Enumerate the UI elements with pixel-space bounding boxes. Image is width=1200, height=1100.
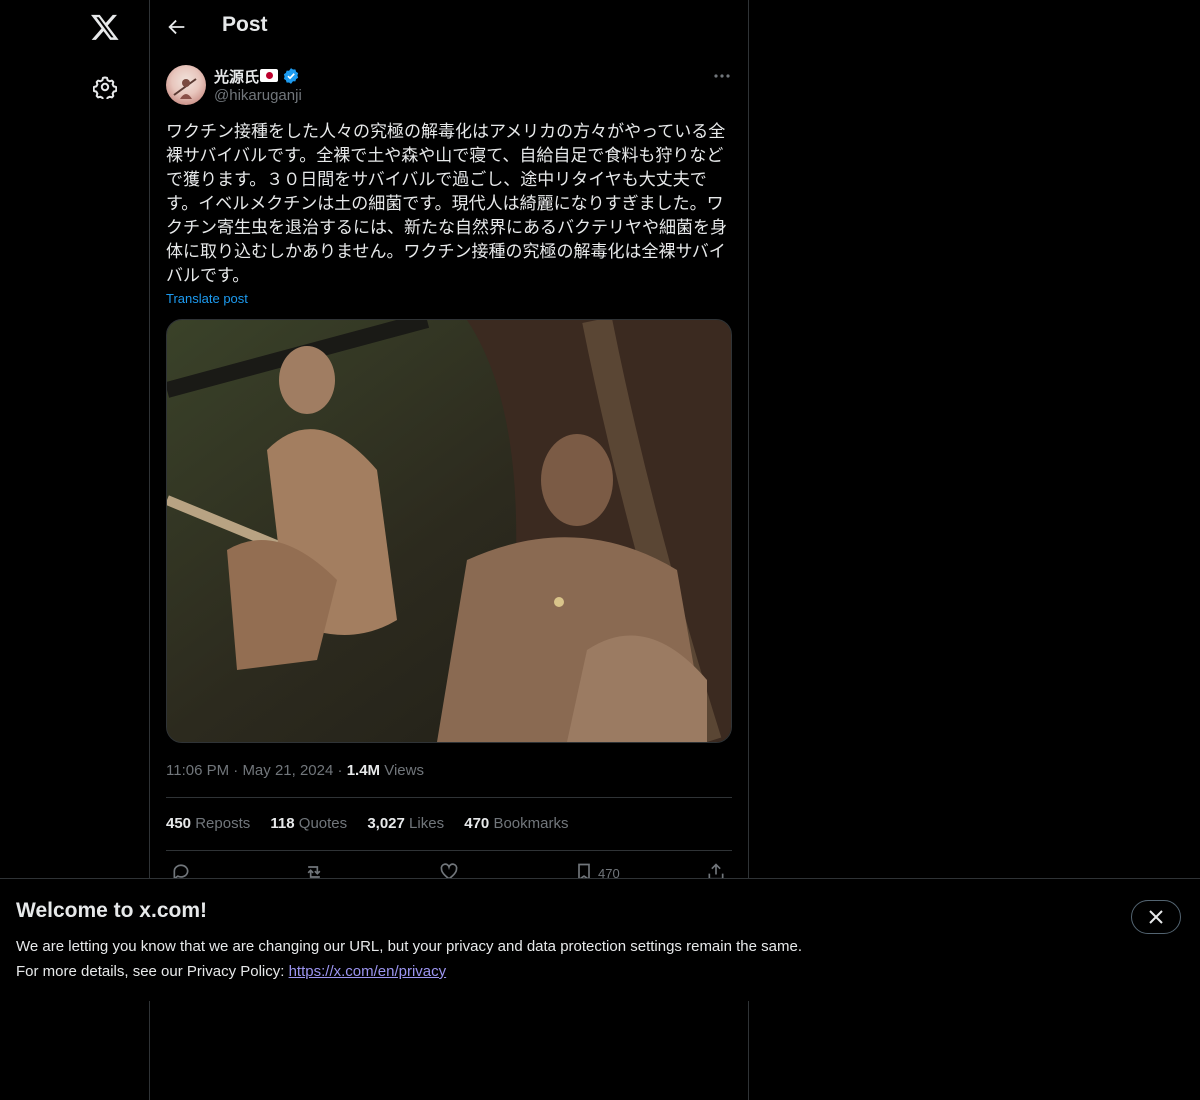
views-label: Views xyxy=(384,762,424,779)
likes-stat[interactable]: 3,027 Likes xyxy=(367,815,444,832)
avatar[interactable] xyxy=(166,65,206,105)
page-header: Post xyxy=(150,0,748,53)
post-image[interactable] xyxy=(166,319,732,743)
post-meta: 11:06 PM · May 21, 2024 · 1.4M Views xyxy=(166,762,424,779)
more-options-icon[interactable] xyxy=(712,66,732,86)
post-stats: 450 Reposts 118 Quotes 3,027 Likes 470 B… xyxy=(166,815,584,832)
gear-icon[interactable] xyxy=(92,75,118,102)
views-count: 1.4M xyxy=(346,762,381,779)
close-icon xyxy=(1149,910,1163,924)
x-logo-icon[interactable] xyxy=(90,12,120,42)
banner-message: We are letting you know that we are chan… xyxy=(16,938,802,955)
banner-title: Welcome to x.com! xyxy=(16,899,207,922)
divider xyxy=(166,850,732,851)
reposts-stat[interactable]: 450 Reposts xyxy=(166,815,250,832)
post-time[interactable]: 11:06 PM xyxy=(166,762,229,779)
arrow-left-icon[interactable] xyxy=(166,16,188,38)
divider xyxy=(166,797,732,798)
translate-post-link[interactable]: Translate post xyxy=(166,291,248,306)
page-title: Post xyxy=(222,13,268,36)
banner-privacy-prefix: For more details, see our Privacy Policy… xyxy=(16,963,289,980)
separator-dot: · xyxy=(337,762,347,779)
japan-flag-icon xyxy=(260,69,278,82)
close-banner-button[interactable] xyxy=(1131,900,1181,934)
post-text: ワクチン接種をした人々の究極の解毒化はアメリカの方々がやっている全裸サバイバルで… xyxy=(166,122,727,285)
author-name[interactable]: 光源氏 xyxy=(214,66,259,87)
verified-badge-icon[interactable] xyxy=(282,67,300,85)
privacy-policy-link[interactable]: https://x.com/en/privacy xyxy=(289,963,447,980)
welcome-banner: Welcome to x.com! We are letting you kno… xyxy=(0,878,1200,1001)
banner-privacy-line: For more details, see our Privacy Policy… xyxy=(16,963,446,980)
bookmarks-stat[interactable]: 470 Bookmarks xyxy=(464,815,568,832)
post-date[interactable]: May 21, 2024 xyxy=(242,762,333,779)
author-handle[interactable]: @hikaruganji xyxy=(214,87,302,104)
quotes-stat[interactable]: 118 Quotes xyxy=(270,815,347,832)
